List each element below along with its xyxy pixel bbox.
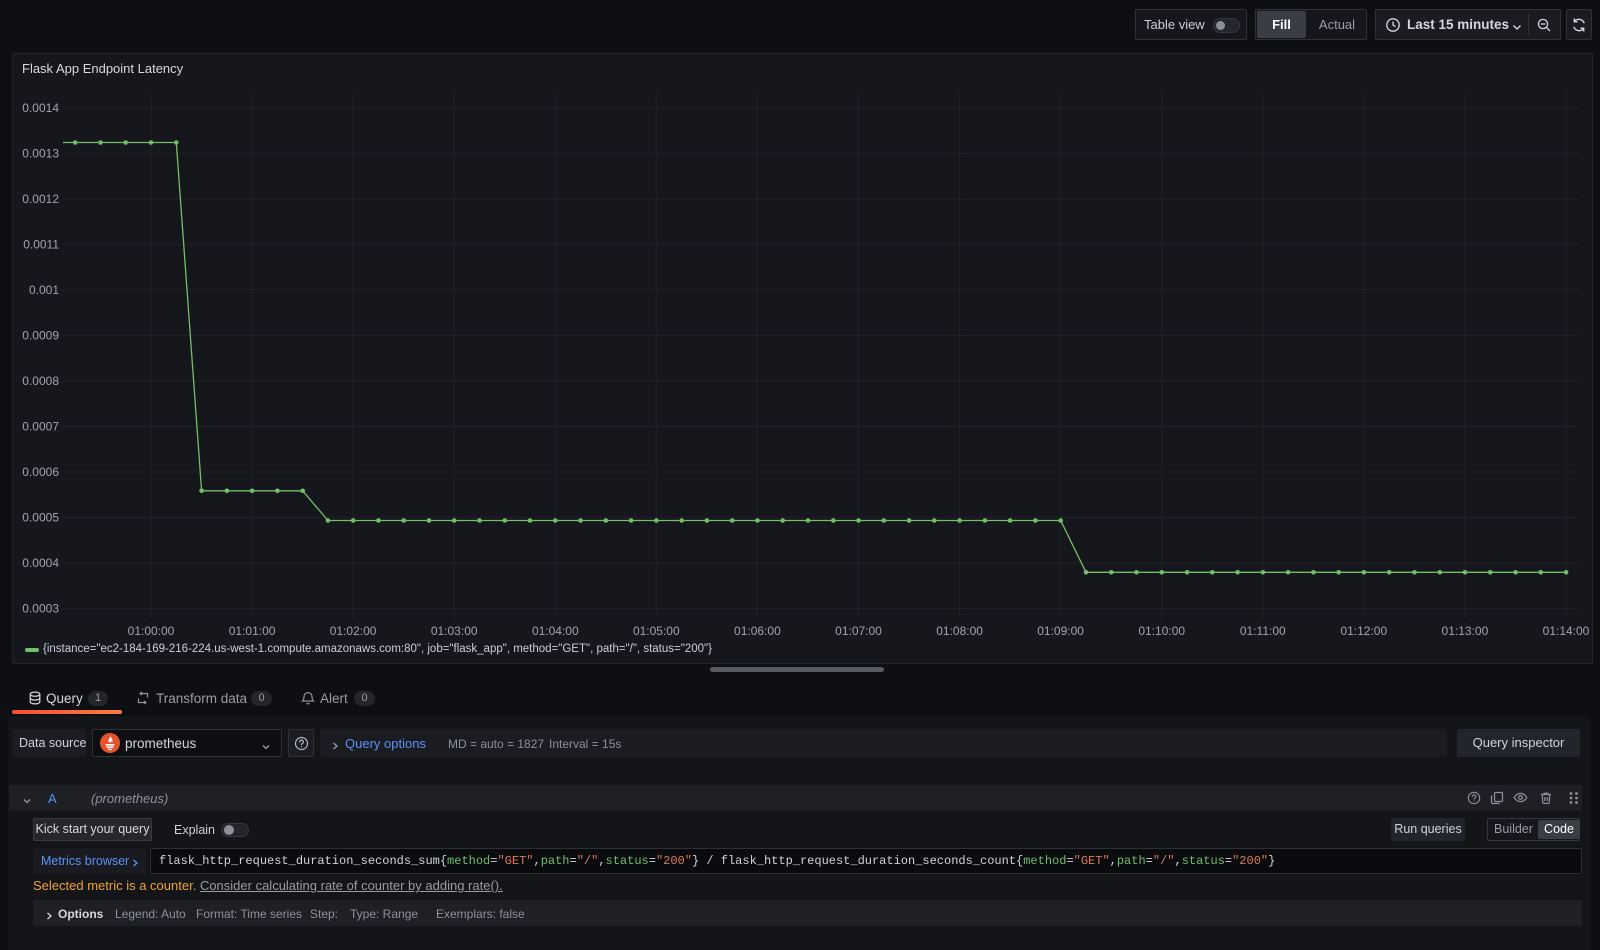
svg-text:01:03:00: 01:03:00 <box>431 624 478 638</box>
svg-text:01:05:00: 01:05:00 <box>633 624 680 638</box>
svg-text:0.0006: 0.0006 <box>22 465 59 479</box>
svg-text:01:13:00: 01:13:00 <box>1442 624 1489 638</box>
svg-text:0.0003: 0.0003 <box>22 602 59 616</box>
svg-text:0.0008: 0.0008 <box>22 374 59 388</box>
svg-text:0.0004: 0.0004 <box>22 556 59 570</box>
svg-text:01:12:00: 01:12:00 <box>1340 624 1387 638</box>
svg-text:0.0012: 0.0012 <box>22 192 59 206</box>
svg-text:0.0013: 0.0013 <box>22 147 59 161</box>
svg-text:01:01:00: 01:01:00 <box>229 624 276 638</box>
svg-text:0.0005: 0.0005 <box>22 511 59 525</box>
svg-text:0.0011: 0.0011 <box>23 238 59 252</box>
svg-text:01:11:00: 01:11:00 <box>1240 624 1286 638</box>
svg-text:01:02:00: 01:02:00 <box>330 624 377 638</box>
svg-text:0.001: 0.001 <box>29 283 59 297</box>
svg-text:0.0009: 0.0009 <box>22 329 59 343</box>
svg-text:01:10:00: 01:10:00 <box>1138 624 1185 638</box>
svg-text:01:08:00: 01:08:00 <box>936 624 983 638</box>
svg-text:01:04:00: 01:04:00 <box>532 624 579 638</box>
svg-text:01:06:00: 01:06:00 <box>734 624 781 638</box>
svg-text:01:09:00: 01:09:00 <box>1037 624 1084 638</box>
svg-text:01:00:00: 01:00:00 <box>128 624 175 638</box>
svg-text:0.0014: 0.0014 <box>22 101 59 115</box>
svg-text:01:14:00: 01:14:00 <box>1543 624 1590 638</box>
svg-text:0.0007: 0.0007 <box>22 420 59 434</box>
svg-text:01:07:00: 01:07:00 <box>835 624 882 638</box>
